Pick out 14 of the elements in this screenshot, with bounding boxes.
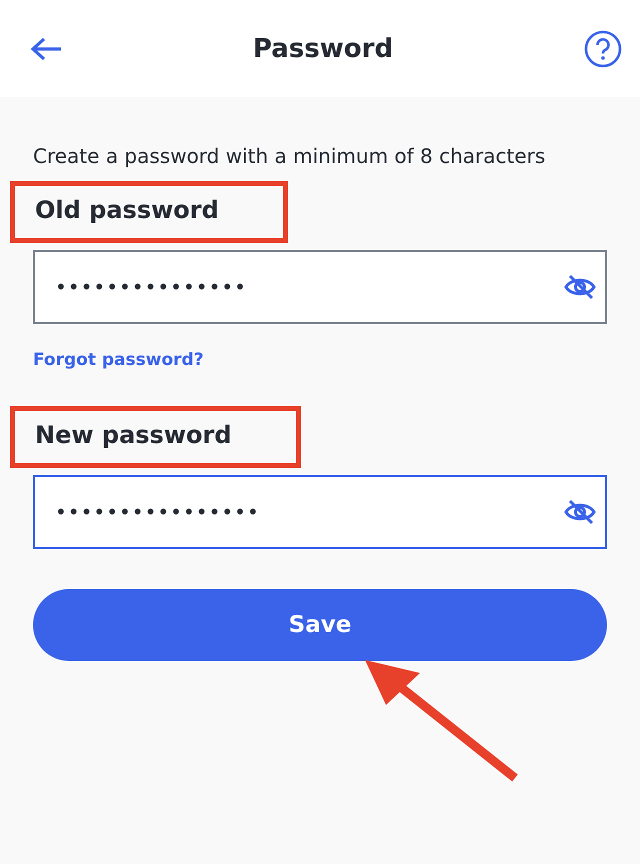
highlighted-field-label: Old password (10, 181, 288, 243)
forgot-password-link[interactable]: Forgot password? (33, 350, 204, 370)
help-icon[interactable] (584, 30, 622, 68)
password-field[interactable]: •••••••••••••••• (33, 475, 607, 549)
password-value: •••••••••••••••• (55, 500, 260, 524)
hidden-eye-icon[interactable] (563, 274, 597, 300)
hidden-eye-icon[interactable] (563, 499, 597, 525)
password-field[interactable]: ••••••••••••••• (33, 250, 607, 324)
back-icon[interactable] (30, 36, 62, 60)
save-button[interactable]: Save (33, 589, 607, 661)
highlighted-field-label: New password (10, 406, 301, 468)
page-title: Password (252, 34, 394, 64)
password-value: ••••••••••••••• (55, 275, 247, 299)
instruction-text: Create a password with a minimum of 8 characters (33, 144, 546, 168)
